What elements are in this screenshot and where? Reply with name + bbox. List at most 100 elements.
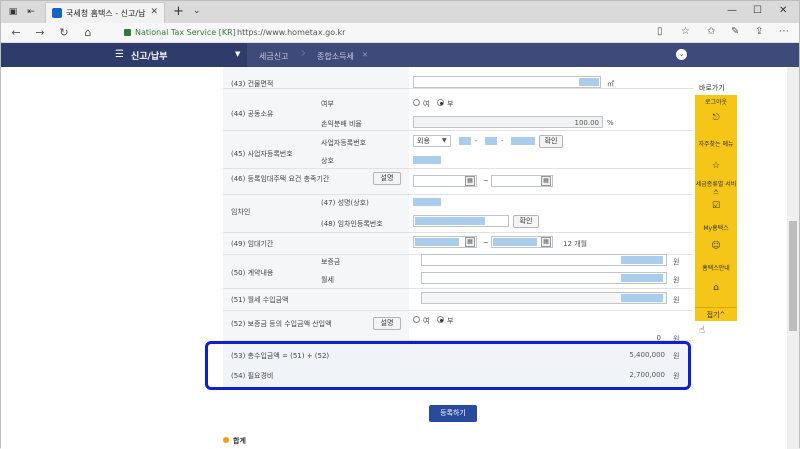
r46-help-button[interactable]: 설명: [373, 172, 401, 185]
header-dropdown-icon[interactable]: ⌄: [676, 49, 687, 60]
minimize-icon[interactable]: —: [727, 5, 737, 16]
crumb-close-icon[interactable]: ✕: [362, 51, 368, 59]
row-tenant: [223, 195, 693, 233]
area-unit: ㎡: [607, 80, 614, 88]
back-tabs-icon[interactable]: ⇤: [25, 6, 37, 18]
address-bar: ← → ↻ ⌂ National Tax Service [KR] https:…: [1, 23, 799, 43]
star-icon[interactable]: ☆: [710, 161, 722, 171]
co-own-yes-radio[interactable]: [413, 99, 420, 106]
calendar-icon[interactable]: ▦: [465, 237, 475, 247]
rent-income-unit: 원: [673, 296, 680, 304]
check-box-icon[interactable]: ☑: [710, 201, 722, 211]
label-49: (49) 임대기간: [231, 240, 274, 248]
calendar-icon[interactable]: ▦: [465, 176, 475, 186]
label-45-bizno: 사업자등록번호: [321, 139, 367, 147]
fold-button[interactable]: 접기^: [695, 307, 737, 321]
period-dash: ~: [483, 177, 489, 185]
bizno-part2[interactable]: [485, 137, 497, 145]
crumb-tax-report[interactable]: 세금신고: [259, 51, 288, 62]
quick-tax-service-label: 세금종류별 서비스: [695, 181, 737, 196]
highlight-box: [205, 341, 691, 390]
deposit-calc-yes-radio[interactable]: [413, 316, 420, 323]
quick-logout[interactable]: 로그아웃: [695, 99, 737, 107]
crumb-separator-icon: ›: [301, 46, 307, 61]
building-area-input[interactable]: [413, 76, 601, 88]
tab-menu-chevron-icon[interactable]: ⌄: [193, 6, 201, 16]
deposit-unit: 원: [673, 258, 680, 266]
summary-bullet-icon: [223, 437, 229, 443]
menu-title[interactable]: 신고/납부: [131, 49, 167, 62]
label-44-ratio: 손익분배 비율: [321, 120, 362, 128]
tab-title: 국세청 홈택스 - 신고/납: [66, 9, 146, 18]
menu-section: [1, 43, 247, 67]
quick-tax-service[interactable]: 세금종류별 서비스: [695, 181, 737, 197]
reading-view-icon[interactable]: ▯: [657, 26, 663, 37]
register-button[interactable]: 등록하기: [429, 405, 477, 422]
bizno-confirm-button[interactable]: 확인: [539, 135, 563, 148]
dash-1: -: [475, 137, 478, 145]
label-tenant: 임차인: [231, 208, 251, 216]
select-arrow-icon: ▼: [442, 137, 447, 144]
label-51: (51) 월세 수입금액: [231, 296, 289, 304]
more-icon[interactable]: ⋯: [779, 26, 789, 37]
r52-help-button[interactable]: 설명: [373, 317, 401, 330]
tab-preview-icon[interactable]: ▣: [7, 6, 19, 18]
quick-my-hometax[interactable]: My홈택스: [695, 225, 737, 233]
deposit-calc-no-radio[interactable]: [437, 316, 444, 323]
lease-months: 12 개월: [563, 240, 588, 248]
bizno-part1[interactable]: [459, 137, 471, 145]
label-45: (45) 사업자등록번호: [231, 150, 293, 158]
calendar-icon[interactable]: ▦: [541, 237, 551, 247]
label-48: (48) 임차인등록번호: [321, 220, 383, 228]
forward-icon[interactable]: →: [33, 26, 47, 39]
home-icon[interactable]: ⌂: [81, 26, 95, 39]
site-identity[interactable]: National Tax Service [KR]: [135, 28, 236, 37]
refresh-icon[interactable]: ↻: [57, 26, 71, 39]
browser-window: ▣ ⇤ 국세청 홈택스 - 신고/납 ✕ + ⌄ — ☐ ✕ ← → ↻ ⌂ N…: [0, 0, 800, 449]
co-own-yes-label: 여: [423, 100, 430, 108]
quick-title: 바로가기: [699, 84, 725, 92]
site-header: ☰ 신고/납부 ▼ 세금신고 › 종합소득세 ✕ ⌄: [1, 43, 799, 67]
url-field[interactable]: https://www.hometax.go.kr: [237, 28, 345, 37]
favorite-star-icon[interactable]: ☆: [681, 26, 690, 37]
crumb-income-tax[interactable]: 종합소득세: [317, 51, 354, 62]
lock-icon: [124, 29, 131, 36]
deposit-calc-no-label: 부: [447, 317, 454, 325]
favorites-hub-icon[interactable]: ✩: [707, 26, 715, 37]
label-46: (46) 등록임대주택 요건 충족기간: [231, 175, 330, 183]
quick-menu: 로그아웃 ⎋ 자주찾는 메뉴 ☆ 세금종류별 서비스 ☑ My홈택스 ☺ 홈택스…: [695, 95, 737, 317]
person-icon[interactable]: ☺: [710, 241, 722, 251]
guide-house-icon[interactable]: ⌂: [710, 283, 722, 293]
close-window-icon[interactable]: ✕: [779, 5, 787, 16]
co-own-no-radio[interactable]: [437, 99, 444, 106]
form-content: (43) 건물면적 ㎡ (44) 공동소유 여부 손익분배 비율 여 부 100…: [1, 67, 787, 449]
tab-bar: ▣ ⇤ 국세청 홈택스 - 신고/납 ✕ + ⌄ — ☐ ✕: [1, 1, 799, 23]
calendar-icon[interactable]: ▦: [541, 176, 551, 186]
notes-pen-icon[interactable]: ✎: [731, 26, 739, 37]
scrollbar-thumb[interactable]: [789, 221, 797, 331]
tenant-regno-value: [415, 217, 485, 225]
bizno-part3[interactable]: [511, 137, 535, 145]
label-44-status: 여부: [321, 100, 334, 108]
business-name-value: [413, 156, 441, 164]
label-47: (47) 성명(상호): [321, 199, 369, 207]
close-tab-icon[interactable]: ✕: [150, 7, 158, 17]
share-icon[interactable]: ⇪: [755, 26, 763, 37]
label-50-deposit: 보증금: [321, 258, 341, 266]
deposit-calc-yes-label: 여: [423, 317, 430, 325]
browser-tab[interactable]: 국세청 홈택스 - 신고/납 ✕: [45, 2, 165, 23]
back-icon[interactable]: ←: [9, 26, 23, 39]
menu-arrow-icon[interactable]: ▼: [235, 50, 240, 58]
new-tab-icon[interactable]: +: [173, 4, 184, 19]
quick-guide[interactable]: 홈택스안내: [695, 265, 737, 273]
quick-favorite-menu[interactable]: 자주찾는 메뉴: [695, 141, 737, 149]
tenant-name-value: [413, 198, 441, 206]
building-area-value: [579, 78, 599, 86]
lease-end-value: [493, 238, 537, 246]
maximize-icon[interactable]: ☐: [753, 5, 762, 16]
rent-unit: 원: [673, 276, 680, 284]
tenant-confirm-button[interactable]: 확인: [513, 215, 539, 228]
logout-icon[interactable]: ⎋: [710, 113, 722, 123]
hamburger-icon[interactable]: ☰: [115, 49, 124, 60]
hometax-favicon: [52, 8, 62, 18]
